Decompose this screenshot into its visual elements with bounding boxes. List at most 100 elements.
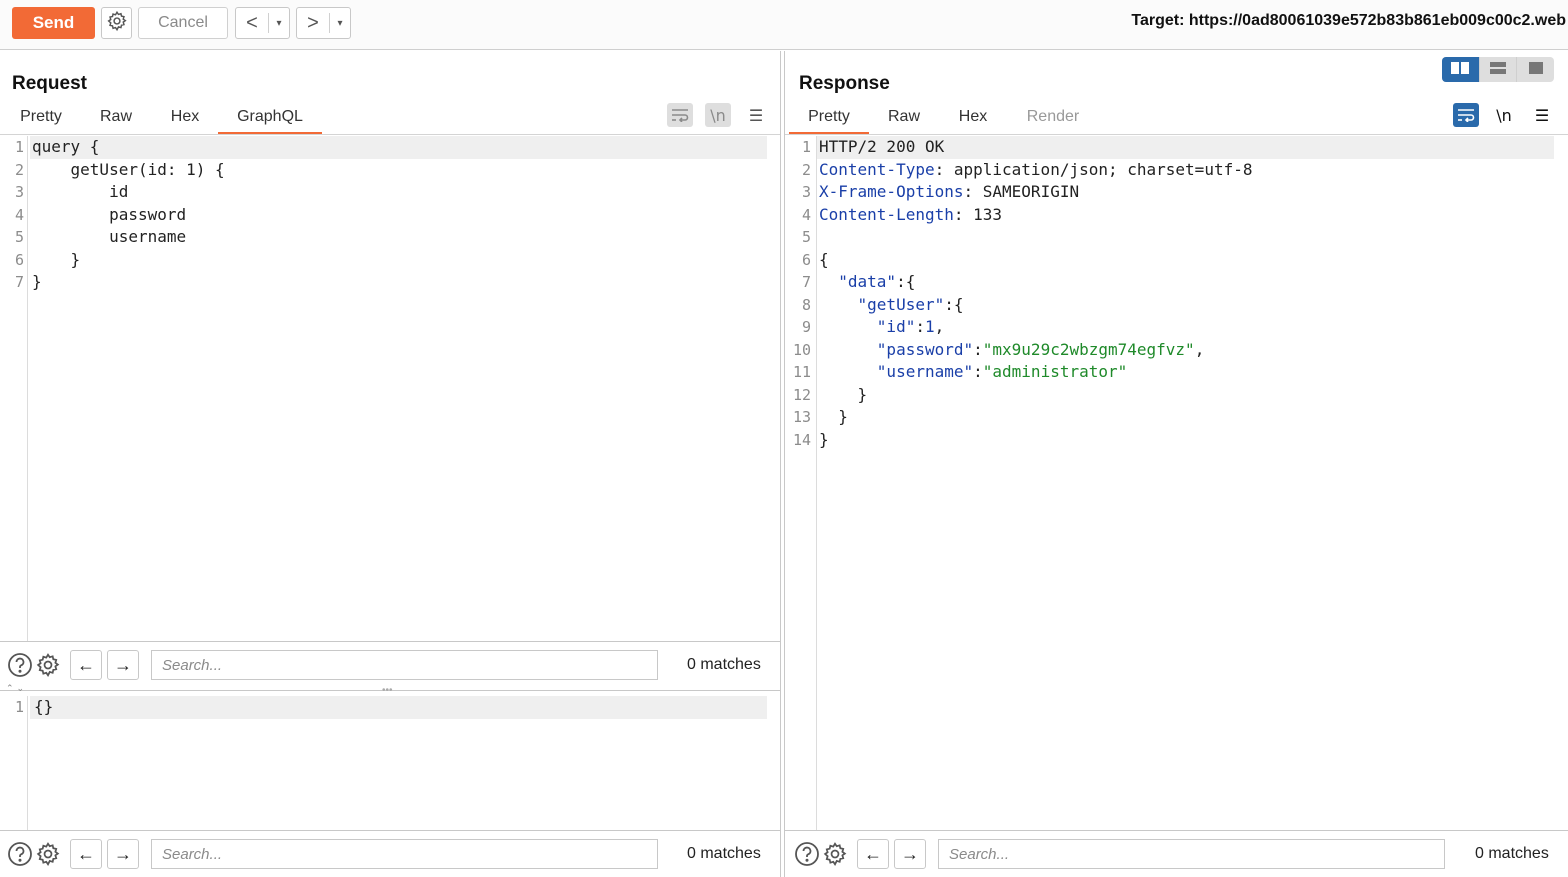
drag-handle-icon[interactable]: ••• — [382, 685, 393, 696]
code-line: 1 query { — [0, 136, 767, 159]
chevron-right-icon[interactable]: > — [297, 12, 329, 35]
menu-icon[interactable]: ☰ — [743, 103, 769, 127]
line-number: 5 — [14, 228, 24, 246]
token: "username" — [819, 362, 974, 381]
arrow-left-icon: ← — [77, 843, 95, 864]
tab-pretty[interactable]: Pretty — [2, 106, 80, 135]
gear-icon[interactable] — [34, 840, 62, 868]
rows-icon — [1490, 61, 1506, 79]
response-title: Response — [799, 73, 890, 94]
code-line: 2 Content-Type: application/json; charset… — [787, 159, 1554, 182]
line-text: "username":"administrator" — [819, 361, 1127, 384]
code-line: 7 "data":{ — [787, 271, 1554, 294]
line-number: 3 — [801, 183, 811, 201]
layout-top-bottom-button[interactable] — [1480, 57, 1518, 82]
divider — [785, 134, 1568, 135]
graphql-query-editor[interactable]: 1 query {2 getUser(id: 1) {3 id 4 password… — [0, 136, 767, 641]
response-body-viewer[interactable]: 1 HTTP/2 200 OK 2 Content-Type: application… — [787, 136, 1554, 830]
code-line: 1 HTTP/2 200 OK — [787, 136, 1554, 159]
token: } — [819, 407, 848, 426]
divider — [785, 830, 1568, 831]
graphql-variables-editor[interactable]: 1 {} — [0, 696, 767, 830]
line-text: } — [819, 406, 848, 429]
line-text: } — [819, 429, 829, 452]
next-match-button[interactable]: → — [107, 839, 139, 869]
columns-icon — [1451, 61, 1470, 79]
divider — [0, 641, 780, 642]
code-line: 8 "getUser":{ — [787, 294, 1554, 317]
gear-icon[interactable] — [821, 840, 849, 868]
code-line: 11 "username":"administrator" — [787, 361, 1554, 384]
line-number: 14 — [792, 430, 811, 449]
tab-pretty[interactable]: Pretty — [789, 106, 869, 135]
code-line: 9 "id":1, — [787, 316, 1554, 339]
search-input[interactable] — [151, 839, 658, 869]
tab-hex[interactable]: Hex — [152, 106, 218, 135]
search-input[interactable] — [151, 650, 658, 680]
back-history-button[interactable]: < ▾ — [235, 7, 290, 39]
wrap-lines-icon[interactable] — [1453, 103, 1479, 127]
line-number: 5 — [801, 228, 811, 246]
current-line-highlight — [30, 696, 767, 719]
token: } — [819, 384, 868, 404]
token: :{ — [944, 294, 964, 314]
search-input[interactable] — [938, 839, 1445, 869]
line-number: 13 — [792, 408, 811, 426]
arrow-left-icon: ← — [864, 843, 882, 864]
token: } — [819, 429, 829, 449]
menu-icon[interactable]: ☰ — [1529, 103, 1555, 127]
code-line: 1 {} — [0, 696, 767, 719]
arrow-right-icon: → — [114, 654, 132, 675]
tab-raw[interactable]: Raw — [80, 106, 152, 135]
wrap-lines-icon[interactable] — [667, 103, 693, 127]
token: "id" — [819, 317, 916, 336]
token: "getUser" — [819, 294, 945, 314]
line-number: 4 — [801, 205, 811, 224]
tab-render[interactable]: Render — [1007, 106, 1099, 135]
cancel-button[interactable]: Cancel — [138, 7, 228, 39]
token: HTTP/2 200 OK — [819, 137, 945, 156]
line-text: "password":"mx9u29c2wbzgm74egfvz", — [819, 339, 1205, 362]
tab-raw[interactable]: Raw — [869, 106, 939, 135]
line-text: } — [32, 272, 42, 291]
next-match-button[interactable]: → — [107, 650, 139, 680]
token: Content-Length — [819, 204, 954, 224]
response-panel: Response Pretty Raw Hex Render \n ☰ 1 HTT… — [784, 51, 1568, 877]
response-tabs: Pretty Raw Hex Render — [789, 106, 1099, 135]
chevron-down-icon[interactable]: ▾ — [269, 18, 289, 29]
help-icon[interactable] — [6, 651, 34, 679]
tab-graphql[interactable]: GraphQL — [218, 106, 322, 135]
code-line: 3 id — [0, 181, 767, 204]
chevron-left-icon[interactable]: < — [236, 12, 268, 35]
token: : SAMEORIGIN — [963, 182, 1080, 201]
tab-hex[interactable]: Hex — [939, 106, 1007, 135]
layout-side-by-side-button[interactable] — [1442, 57, 1480, 82]
line-number: 11 — [792, 363, 811, 381]
newline-toggle-icon[interactable]: \n — [705, 103, 731, 127]
line-number: 1 — [801, 138, 811, 156]
previous-match-button[interactable]: ← — [70, 839, 102, 869]
settings-button[interactable] — [101, 7, 132, 39]
chevron-down-icon[interactable]: ▾ — [330, 18, 350, 29]
next-match-button[interactable]: → — [894, 839, 926, 869]
send-button[interactable]: Send — [12, 7, 95, 39]
forward-history-button[interactable]: > ▾ — [296, 7, 351, 39]
help-icon[interactable] — [793, 840, 821, 868]
gear-icon[interactable] — [34, 651, 62, 679]
code-line: 5 — [787, 226, 1554, 249]
help-icon[interactable] — [6, 840, 34, 868]
code-line: 13 } — [787, 406, 1554, 429]
line-number: 2 — [14, 160, 24, 179]
token: : — [973, 362, 983, 381]
previous-match-button[interactable]: ← — [70, 650, 102, 680]
layout-single-button[interactable] — [1517, 57, 1554, 82]
previous-match-button[interactable]: ← — [857, 839, 889, 869]
code-line: 3 X-Frame-Options: SAMEORIGIN — [787, 181, 1554, 204]
token: Content-Type — [819, 159, 935, 179]
collapse-expand-handles[interactable]: ⌃⌄ — [6, 683, 27, 694]
target-url[interactable]: Target: https://0ad80061039e572b83b861eb… — [1131, 12, 1566, 30]
newline-toggle-icon[interactable]: \n — [1491, 103, 1517, 127]
line-number: 2 — [801, 160, 811, 179]
arrow-right-icon: → — [901, 843, 919, 864]
line-number: 8 — [801, 295, 811, 314]
